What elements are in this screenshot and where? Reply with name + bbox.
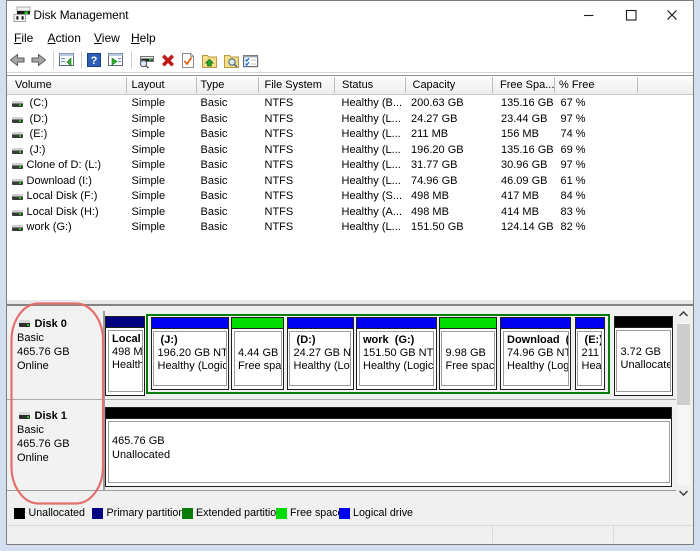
svg-text:?: ? (91, 55, 98, 67)
